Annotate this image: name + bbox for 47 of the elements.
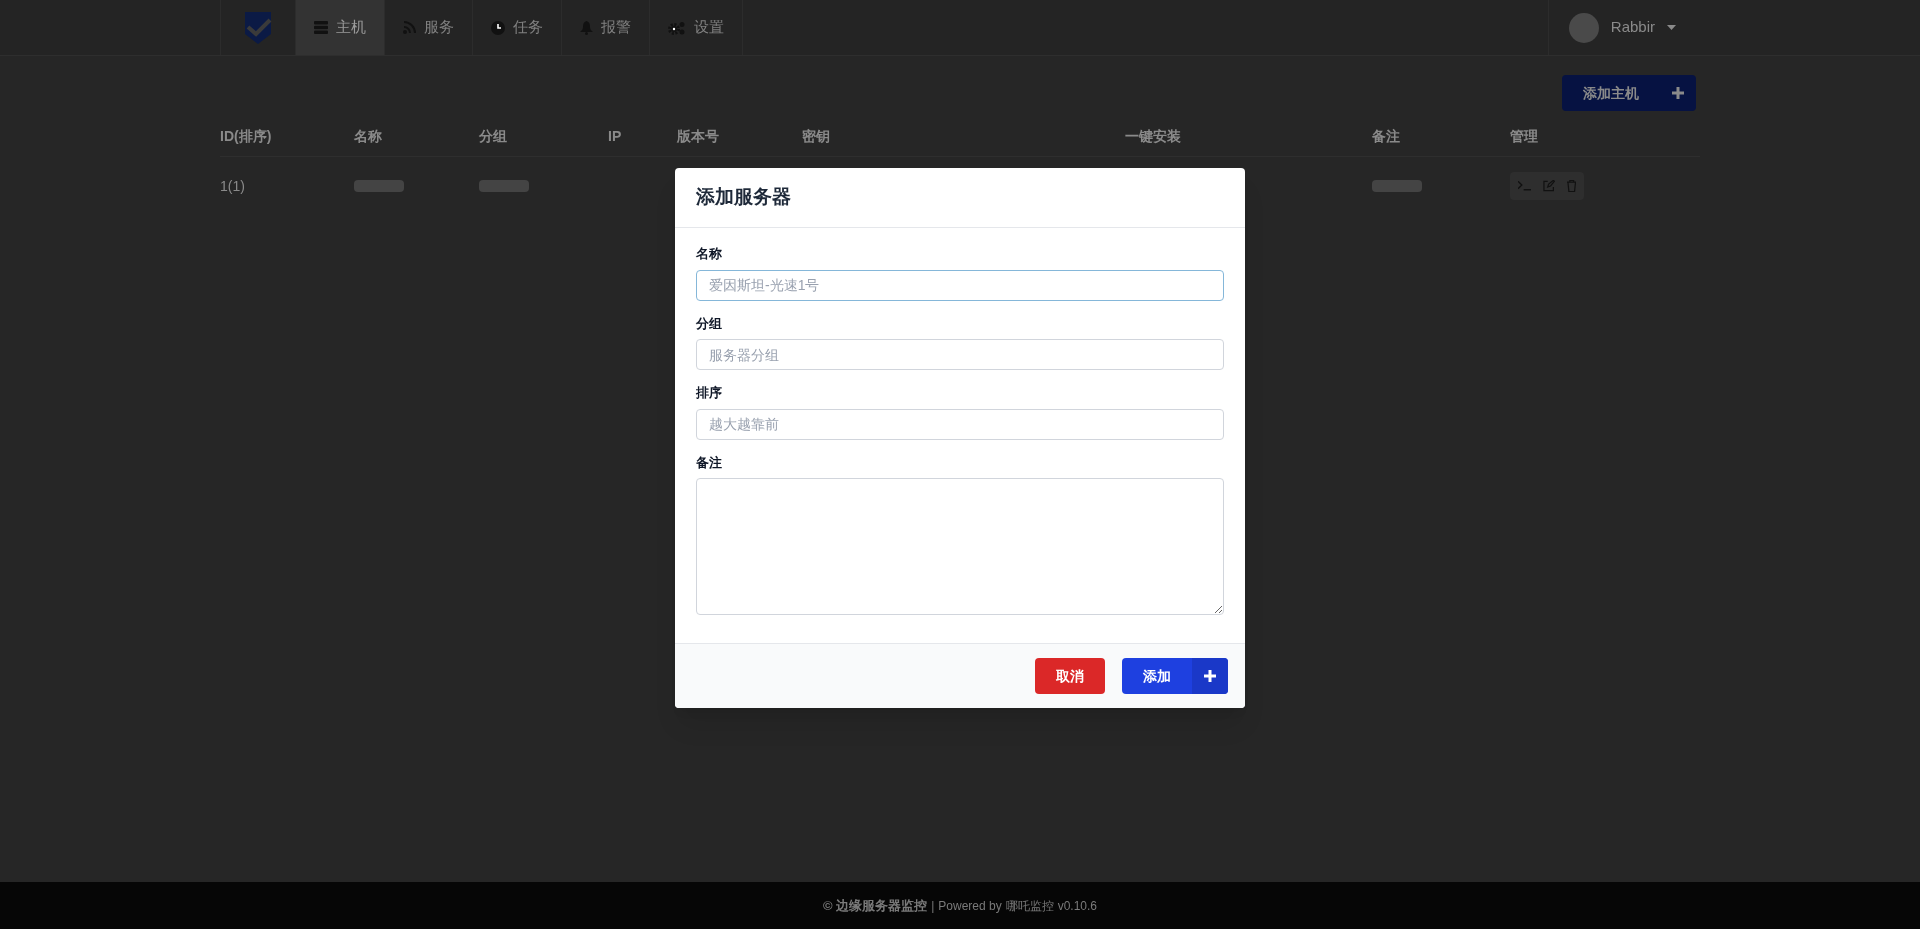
column-header: ID(排序) — [220, 127, 272, 146]
column-header: 备注 — [1372, 127, 1400, 146]
input-field[interactable]: 服务器分组 — [696, 339, 1224, 370]
server-icon — [314, 21, 328, 34]
nav-tab[interactable]: 设置 — [650, 0, 743, 55]
column-header: 密钥 — [802, 127, 830, 146]
input-field[interactable]: 爱因斯坦-光速1号 — [696, 269, 1224, 301]
column-header: 一键安装 — [1125, 127, 1181, 146]
table-cell-text: 1(1) — [220, 176, 245, 196]
column-header: IP — [608, 127, 622, 146]
redacted-block — [479, 180, 529, 192]
plus-icon — [1672, 87, 1684, 99]
column-header: 分组 — [479, 127, 507, 146]
field-label: 名称 — [696, 245, 723, 263]
field-label: 备注 — [696, 453, 723, 472]
gears-icon — [668, 20, 686, 35]
user-name[interactable]: Rabbir — [1610, 16, 1655, 39]
footer-separator: | — [931, 897, 935, 915]
nav-tab[interactable]: 任务 — [473, 0, 562, 55]
avatar[interactable] — [1568, 12, 1599, 43]
input-field[interactable]: 越大越靠前 — [696, 408, 1224, 440]
field-label: 排序 — [696, 384, 723, 402]
shield-check-logo[interactable] — [244, 10, 272, 45]
trash-icon[interactable] — [1566, 180, 1576, 192]
edit-icon[interactable] — [1543, 180, 1555, 192]
cancel-button[interactable]: 取消 — [1035, 658, 1105, 694]
add-host-button[interactable]: 添加主机 — [1562, 75, 1696, 111]
modal-title: 添加服务器 — [696, 185, 791, 210]
footer-link[interactable]: 哪吒监控 — [1005, 896, 1054, 915]
column-header: 管理 — [1510, 127, 1538, 146]
column-header: 名称 — [354, 127, 382, 146]
nav-tab[interactable]: 报警 — [562, 0, 650, 55]
field-label: 分组 — [696, 314, 723, 333]
footer-powered-by: Powered by — [938, 897, 1002, 915]
add-button[interactable]: 添加 — [1122, 658, 1228, 694]
nav-tab[interactable]: 主机 — [296, 0, 385, 55]
plus-icon — [1204, 670, 1216, 682]
nav-tab[interactable]: 服务 — [385, 0, 473, 55]
clock-icon — [491, 20, 505, 35]
caret-icon[interactable] — [1667, 25, 1676, 30]
column-header: 版本号 — [677, 127, 719, 146]
redacted-block — [354, 180, 404, 192]
terminal-icon[interactable] — [1518, 181, 1532, 191]
redacted-block — [1372, 180, 1422, 192]
notes-textarea[interactable] — [696, 478, 1224, 615]
footer-brand: © 边缘服务器监控 — [822, 896, 928, 915]
footer-version: v0.10.6 — [1057, 897, 1098, 915]
